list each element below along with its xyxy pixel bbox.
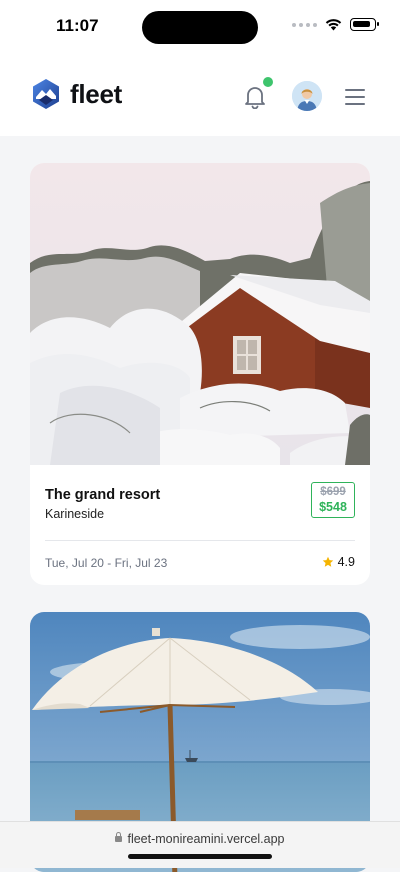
snow-cabin-image — [30, 163, 370, 465]
brand-name: fleet — [70, 78, 122, 109]
listing-location: Karineside — [45, 507, 105, 521]
price-badge: $699 $548 — [311, 482, 355, 518]
wifi-icon — [325, 19, 342, 31]
star-icon — [322, 556, 333, 567]
divider — [45, 540, 355, 541]
logo-mark-icon — [33, 79, 59, 109]
notification-badge — [263, 77, 273, 87]
url-text: fleet-monireamini.vercel.app — [127, 832, 285, 846]
stay-dates: Tue, Jul 20 - Fri, Jul 23 — [45, 556, 168, 570]
notification-bell-icon[interactable] — [244, 85, 266, 109]
status-icons — [292, 18, 379, 31]
battery-icon — [350, 18, 379, 31]
app-header: fleet — [0, 56, 400, 136]
avatar[interactable] — [292, 81, 322, 111]
listing-card[interactable]: The grand resort Karineside $699 $548 Tu… — [30, 163, 370, 585]
url-display[interactable]: fleet-monireamini.vercel.app — [0, 832, 400, 846]
menu-icon[interactable] — [345, 89, 365, 105]
user-avatar-icon — [292, 81, 322, 111]
signal-icon — [292, 22, 317, 27]
status-bar: 11:07 — [0, 0, 400, 56]
listing-photo[interactable] — [30, 163, 370, 465]
lock-icon — [115, 832, 123, 842]
original-price: $699 — [320, 486, 346, 498]
rating: 4.9 — [322, 555, 355, 569]
discounted-price: $548 — [319, 500, 347, 514]
browser-address-bar[interactable]: fleet-monireamini.vercel.app — [0, 821, 400, 868]
dynamic-island — [142, 11, 258, 44]
listing-info: The grand resort Karineside $699 $548 — [45, 482, 355, 521]
rating-value: 4.9 — [337, 555, 355, 569]
home-indicator[interactable] — [128, 854, 272, 859]
listing-title[interactable]: The grand resort — [45, 487, 355, 503]
status-time: 11:07 — [56, 16, 99, 35]
logo[interactable]: fleet — [30, 78, 122, 110]
